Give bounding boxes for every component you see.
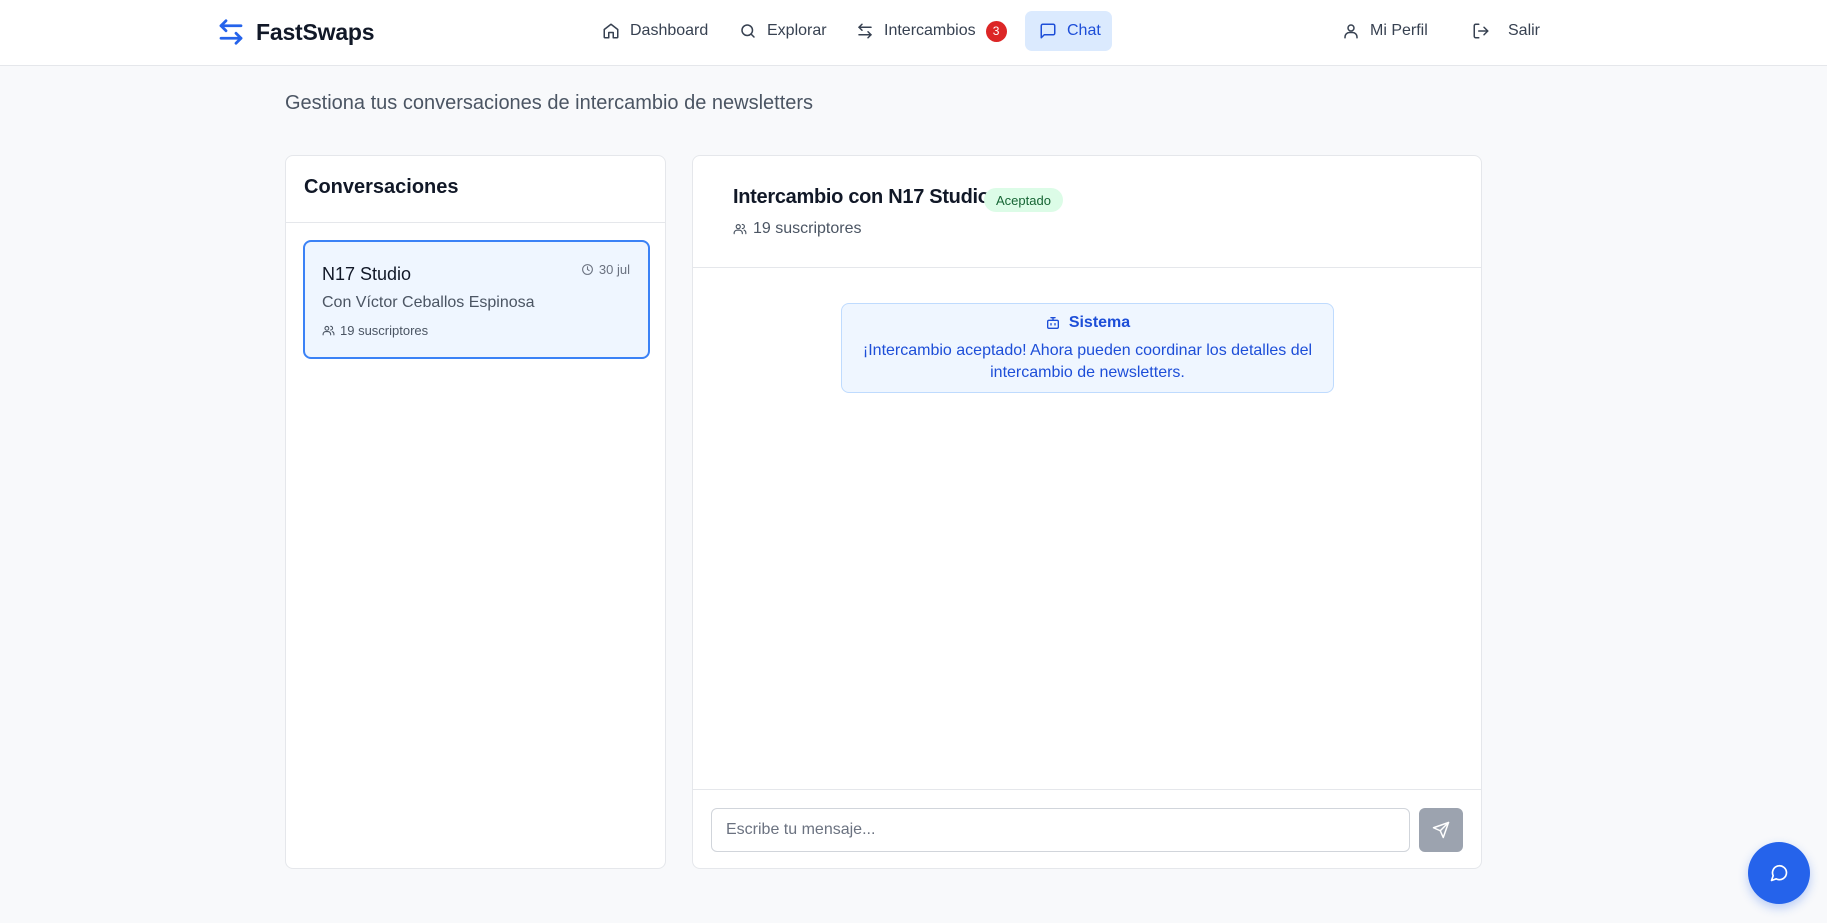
conversations-panel: Conversaciones N17 Studio 30 jul Con Víc… bbox=[285, 155, 666, 869]
conversation-date: 30 jul bbox=[581, 262, 630, 277]
message-input[interactable] bbox=[711, 808, 1410, 852]
conversation-subscribers: 19 suscriptores bbox=[322, 323, 428, 338]
nav-chat-label: Chat bbox=[1067, 22, 1101, 39]
nav-salir[interactable]: Salir bbox=[1458, 11, 1554, 51]
search-icon bbox=[739, 22, 757, 40]
users-icon bbox=[733, 222, 747, 236]
top-navbar: FastSwaps Dashboard Explorar Intercambio… bbox=[0, 0, 1827, 66]
bot-icon bbox=[1045, 315, 1061, 331]
nav-dashboard-label: Dashboard bbox=[630, 22, 709, 39]
nav-explorar[interactable]: Explorar bbox=[725, 11, 841, 51]
swap-icon bbox=[856, 22, 874, 40]
intercambios-count-badge: 3 bbox=[985, 20, 1007, 42]
chat-title: Intercambio con N17 Studio bbox=[733, 186, 990, 208]
status-badge: Aceptado bbox=[984, 188, 1063, 212]
nav-intercambios-label: Intercambios bbox=[884, 22, 976, 39]
chat-subscribers: 19 suscriptores bbox=[733, 220, 862, 238]
logout-icon bbox=[1472, 22, 1490, 40]
message-square-icon bbox=[1039, 22, 1057, 40]
home-icon bbox=[602, 22, 620, 40]
conversations-title: Conversaciones bbox=[304, 176, 459, 198]
conversation-name: N17 Studio bbox=[322, 264, 412, 284]
conversation-subscribers-text: 19 suscriptores bbox=[340, 323, 429, 338]
system-message: Sistema ¡Intercambio aceptado! Ahora pue… bbox=[841, 303, 1334, 393]
send-icon bbox=[1432, 821, 1450, 839]
conversation-date-text: 30 jul bbox=[598, 262, 630, 277]
clock-icon bbox=[581, 263, 594, 276]
send-button[interactable] bbox=[1419, 808, 1463, 852]
app-logo[interactable]: FastSwaps bbox=[216, 16, 375, 48]
nav-salir-label: Salir bbox=[1508, 22, 1541, 39]
system-message-header: Sistema bbox=[842, 314, 1333, 332]
users-icon bbox=[322, 324, 335, 337]
floating-chat-button[interactable] bbox=[1748, 842, 1810, 904]
nav-chat[interactable]: Chat bbox=[1025, 11, 1112, 51]
app-name: FastSwaps bbox=[256, 18, 375, 45]
swap-logo-icon bbox=[216, 17, 246, 47]
conversation-partner: Con Víctor Ceballos Espinosa bbox=[322, 294, 535, 311]
nav-explorar-label: Explorar bbox=[767, 22, 827, 39]
message-circle-icon bbox=[1769, 863, 1789, 883]
nav-mi-perfil-label: Mi Perfil bbox=[1370, 22, 1428, 39]
chat-header: Intercambio con N17 Studio Aceptado 19 s… bbox=[693, 156, 1481, 268]
nav-mi-perfil[interactable]: Mi Perfil bbox=[1328, 11, 1442, 51]
chat-panel: Intercambio con N17 Studio Aceptado 19 s… bbox=[692, 155, 1482, 869]
system-message-text: ¡Intercambio aceptado! Ahora pueden coor… bbox=[862, 342, 1313, 381]
user-icon bbox=[1342, 22, 1360, 40]
nav-dashboard[interactable]: Dashboard bbox=[588, 11, 722, 51]
conversations-header: Conversaciones bbox=[286, 156, 665, 223]
conversation-item[interactable]: N17 Studio 30 jul Con Víctor Ceballos Es… bbox=[303, 240, 650, 359]
chat-subscribers-text: 19 suscriptores bbox=[753, 220, 862, 237]
nav-intercambios[interactable]: Intercambios 3 bbox=[842, 11, 1021, 51]
message-composer bbox=[693, 789, 1481, 868]
page-subtitle: Gestiona tus conversaciones de intercamb… bbox=[285, 92, 814, 114]
system-message-sender: Sistema bbox=[1068, 314, 1131, 331]
